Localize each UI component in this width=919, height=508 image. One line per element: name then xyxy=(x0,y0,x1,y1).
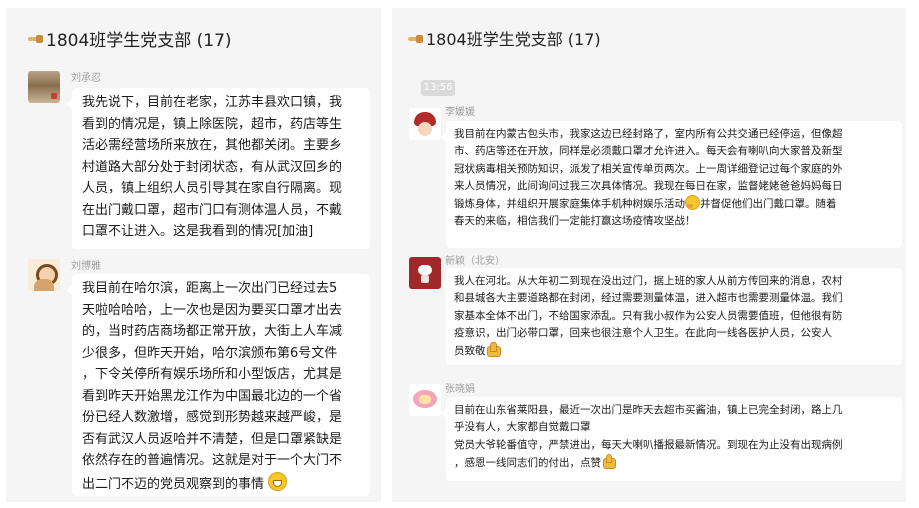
message-line: 来人员情况，此间询问过我三次具体情况。我现在每日在家，监督姥姥爸爸妈妈每日 xyxy=(454,179,843,192)
message-line: 家基本全体不出门，不给国家添乱。只有我小叔作为公安人员需要值班，但他很有防 xyxy=(454,309,843,322)
sender-name: 刘博雅 xyxy=(71,261,101,272)
pointing-hand-icon xyxy=(408,34,423,43)
message-line: 天啦哈哈哈，上一次也是因为要买口罩才出去 xyxy=(82,302,343,318)
message-line: 人员，镇上组织人员引导其在家自行隔离。现 xyxy=(82,181,343,196)
message-line: 看到昨天开始黑龙江作为中国最北边的一个省 xyxy=(82,388,343,404)
message-line: 份已经人数激增，感觉到形势越来越严峻，是 xyxy=(82,410,343,425)
message-line: 春天的来临，相信我们一定能打赢这场疫情攻坚战！ xyxy=(454,215,696,228)
message-line: 党员大爷轮番值守，严禁进出，每天大喇叭播报最新情况。到现在为止没有出现病例 xyxy=(454,438,843,451)
avatar[interactable] xyxy=(28,259,60,291)
thumbs-up-emoji xyxy=(486,342,501,358)
message-line-text: 锻炼身体，并组织开展家庭集体手机种树娱乐活动 xyxy=(454,198,685,211)
message-line: 冠状病毒相关预防知识，派发了相关宣传单页两次。上一周详细登记过每个家庭的外 xyxy=(454,162,843,175)
pointing-hand-icon xyxy=(28,34,43,43)
avatar[interactable] xyxy=(409,384,441,416)
message-bubble[interactable]: 我目前在内蒙古包头市，我家这边已经封路了，室内所有公共交通已经停运，但像超 市、… xyxy=(441,121,902,248)
grin-emoji xyxy=(268,471,288,491)
message-line-text: 并督促他们出门戴口罩。随着 xyxy=(700,198,837,211)
chat-header: 1804班学生党支部 (17) xyxy=(6,8,381,68)
sender-name: 新颖（北安） xyxy=(445,256,505,267)
message-line: 我目前在哈尔滨，距离上一次出门已经过去5 xyxy=(82,281,338,296)
message-line: 我人在河北。从大年初二到现在没出过门，据上班的家人从前方传回来的消息，农村 xyxy=(454,275,843,287)
chat-title: 1804班学生党支部 (17) xyxy=(46,30,232,51)
message-line: 否有武汉人员返哈并不清楚，但是口罩紧缺是 xyxy=(82,431,343,447)
message-line-text: 出二门不迈的党员观察到的事情 xyxy=(82,476,265,492)
sender-name: 李媛媛 xyxy=(445,107,475,118)
message-line: 和县城各大主要道路都在封闭，经过需要测量体温，进入超市也需要测量体温。我们 xyxy=(454,292,843,305)
message-line: 的，当时药店商场都正常开放，大街上人车减 xyxy=(82,324,343,339)
sender-name: 刘承忍 xyxy=(71,73,101,84)
message-line: 依然存在的普遍情况。这就是对于一个大门不 xyxy=(82,453,343,468)
message-line: 出二门不迈的党员观察到的事情 xyxy=(82,471,361,496)
message-line: ，感恩一线同志们的付出，点赞 xyxy=(454,453,896,472)
chat-header: 1804班学生党支部 (17) xyxy=(392,8,906,68)
avatar[interactable] xyxy=(409,108,441,140)
message-bubble[interactable]: 目前在山东省莱阳县，最近一次出门是昨天去超市买酱油，镇上已完全封闭，路上几 乎没… xyxy=(441,397,902,481)
message-line-text: 员致敬 xyxy=(454,345,486,358)
message-bubble[interactable]: 我先说下，目前在老家，江苏丰县欢口镇，我 看到的情况是，镇上除医院，超市，药店等… xyxy=(67,88,370,249)
message-line: 锻炼身体，并组织开展家庭集体手机种树娱乐活动 并督促他们出门戴口罩。随着 xyxy=(454,195,896,213)
message-line: 看到的情况是，镇上除医院，超市，药店等生 xyxy=(82,116,343,132)
message-line: 村道路大部分处于封闭状态，有从武汉回乡的 xyxy=(82,159,343,175)
message-line: 员致敬 xyxy=(454,342,896,360)
message-bubble[interactable]: 我人在河北。从大年初二到现在没出过门，据上班的家人从前方传回来的消息，农村 和县… xyxy=(441,268,902,365)
message-line: 我目前在内蒙古包头市，我家这边已经封路了，室内所有公共交通已经停运，但像超 xyxy=(454,128,843,140)
chat-title: 1804班学生党支部 (17) xyxy=(426,30,601,49)
thinking-emoji xyxy=(685,195,700,211)
message-line: 乎没有人，大家都自觉戴口罩 xyxy=(454,421,591,434)
message-line: 少很多，但昨天开始，哈尔滨颁布第6号文件 xyxy=(82,345,338,361)
message-bubble[interactable]: 我目前在哈尔滨，距离上一次出门已经过去5 天啦哈哈哈，上一次也是因为要买口罩才出… xyxy=(67,274,370,496)
message-line: 在出门戴口罩，超市门口有测体温人员，不戴 xyxy=(82,202,343,218)
message-line-text: ，感恩一线同志们的付出，点赞 xyxy=(454,456,601,469)
avatar[interactable] xyxy=(28,71,60,103)
time-badge: 13:56 xyxy=(421,80,455,96)
message-line: 市、药店等还在开放，同样是必须戴口罩才允许进入。每天会有喇叭向大家普及新型 xyxy=(454,145,843,158)
message-line: ，下令关停所有娱乐场所和小型饭店，尤其是 xyxy=(82,367,343,382)
avatar[interactable] xyxy=(409,257,441,289)
chat-panel-left: 1804班学生党支部 (17) 刘承忍 我先说下，目前在老家，江苏丰县欢口镇，我… xyxy=(6,8,381,502)
message-line: 活必需经营场所来放在，其他都关闭。主要乡 xyxy=(82,138,343,153)
thumbs-up-emoji xyxy=(601,453,617,469)
message-line: 目前在山东省莱阳县，最近一次出门是昨天去超市买酱油，镇上已完全封闭，路上几 xyxy=(454,404,843,416)
sender-name: 张晓娟 xyxy=(445,384,475,395)
message-line: 疫意识，出门必带口罩，回来也很注意个人卫生。在此向一线各医护人员，公安人 xyxy=(454,326,832,339)
message-line: 口罩不让进入。这是我看到的情况[加油] xyxy=(82,224,314,239)
message-line: 我先说下，目前在老家，江苏丰县欢口镇，我 xyxy=(82,95,343,110)
